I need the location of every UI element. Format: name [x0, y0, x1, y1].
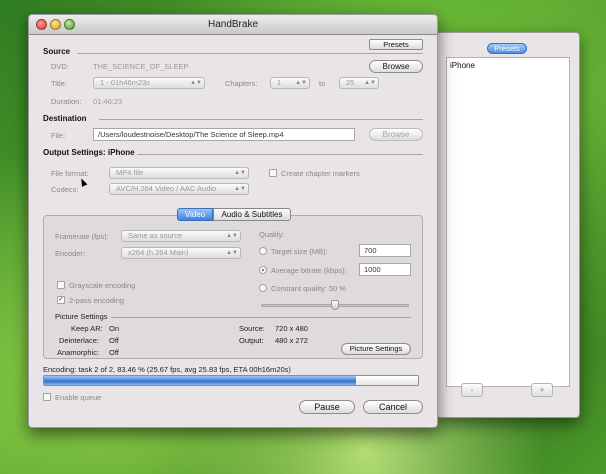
window-title: HandBrake	[207, 19, 259, 30]
picture-settings-header: Picture Settings	[55, 312, 108, 321]
chapter-markers-label: Create chapter markers	[281, 169, 360, 178]
presets-drawer: Presets iPhone - +	[436, 32, 580, 418]
constant-quality-radio[interactable]	[259, 284, 267, 292]
output-settings-header: Output Settings: iPhone	[43, 148, 135, 157]
title-label: Title:	[51, 79, 67, 88]
cancel-button[interactable]: Cancel	[363, 400, 423, 414]
source-browse-button[interactable]: Browse	[369, 60, 423, 73]
close-window-icon[interactable]	[36, 19, 47, 30]
title-select[interactable]: 1 - 01h46m23s ▲▼	[93, 77, 205, 89]
framerate-select[interactable]: Same as source ▲▼	[121, 230, 241, 242]
encoder-label: Encoder:	[55, 249, 86, 258]
grayscale-label: Grayscale encoding	[69, 281, 136, 290]
updown-arrows-icon: ▲▼	[234, 170, 246, 176]
grayscale-checkbox[interactable]	[57, 281, 65, 289]
presets-list[interactable]: iPhone	[446, 57, 570, 387]
chapter-end-value: 25	[346, 78, 355, 87]
updown-arrows-icon: ▲▼	[190, 80, 202, 86]
remove-preset-button[interactable]: -	[461, 383, 483, 397]
minimize-window-icon[interactable]	[50, 19, 61, 30]
preset-item-iphone[interactable]: iPhone	[450, 61, 475, 70]
target-size-label: Target size (MB):	[271, 247, 328, 256]
anamorphic-label: Anamorphic:	[57, 348, 100, 357]
encoder-value: x264 (h.264 Main)	[128, 248, 189, 257]
chapter-start-select[interactable]: 1 ▲▼	[270, 77, 310, 89]
destination-divider	[99, 119, 423, 120]
handbrake-window: HandBrake Presets Source DVD: THE_SCIENC…	[28, 14, 438, 428]
deinterlace-label: Deinterlace:	[59, 336, 100, 345]
quality-label: Quality:	[259, 230, 285, 239]
tab-audio-subtitles[interactable]: Audio & Subtitles	[213, 208, 291, 221]
picture-settings-button[interactable]: Picture Settings	[341, 343, 411, 355]
dvd-value: THE_SCIENCE_OF_SLEEP	[93, 62, 189, 71]
codecs-select[interactable]: AVC/H.264 Video / AAC Audio ▲▼	[109, 183, 249, 195]
chapter-markers-checkbox[interactable]	[269, 169, 277, 177]
drawer-presets-button[interactable]: Presets	[487, 43, 527, 54]
keep-ar-value: On	[109, 324, 120, 333]
framerate-value: Same as source	[128, 231, 183, 240]
keep-ar-label: Keep AR:	[71, 324, 103, 333]
encoding-progress-fill	[44, 376, 357, 385]
pause-button[interactable]: Pause	[299, 400, 355, 414]
deinterlace-value: Off	[109, 336, 119, 345]
source-size-value: 720 x 480	[275, 324, 308, 333]
framerate-label: Framerate (fps):	[55, 232, 109, 241]
codecs-label: Codecs:	[51, 185, 79, 194]
title-select-value: 1 - 01h46m23s	[100, 78, 151, 87]
dvd-label: DVD:	[51, 62, 69, 71]
chapter-start-value: 1	[277, 78, 282, 87]
output-size-label: Output:	[239, 336, 264, 345]
codecs-value: AVC/H.264 Video / AAC Audio	[116, 184, 217, 193]
updown-arrows-icon: ▲▼	[226, 233, 238, 239]
destination-browse-button[interactable]: Browse	[369, 128, 423, 141]
updown-arrows-icon: ▲▼	[295, 80, 307, 86]
picture-divider	[111, 317, 411, 318]
source-size-label: Source:	[239, 324, 265, 333]
encoder-select[interactable]: x264 (h.264 Main) ▲▼	[121, 247, 241, 259]
chapters-label: Chapters:	[225, 79, 258, 88]
title-bar: HandBrake	[29, 15, 437, 35]
duration-value: 01:46:23	[93, 97, 123, 106]
chapter-end-select[interactable]: 25 ▲▼	[339, 77, 379, 89]
destination-header: Destination	[43, 114, 87, 123]
average-bitrate-radio[interactable]	[259, 266, 267, 274]
target-size-radio[interactable]	[259, 247, 267, 255]
target-size-input[interactable]: 700	[359, 244, 411, 257]
file-label: File:	[51, 131, 66, 140]
output-divider	[137, 154, 423, 155]
source-divider	[77, 53, 423, 54]
duration-label: Duration:	[51, 97, 82, 106]
two-pass-label: 2-pass encoding	[69, 296, 125, 305]
destination-file-input[interactable]: /Users/loudestnoise/Desktop/The Science …	[93, 128, 355, 141]
updown-arrows-icon: ▲▼	[226, 250, 238, 256]
two-pass-checkbox[interactable]: ✓	[57, 296, 65, 304]
updown-arrows-icon: ▲▼	[364, 80, 376, 86]
updown-arrows-icon: ▲▼	[234, 186, 246, 192]
encoding-progress-bar	[43, 375, 419, 386]
anamorphic-value: Off	[109, 348, 119, 357]
file-format-select[interactable]: MP4 file ▲▼	[109, 167, 249, 179]
to-label: to	[319, 79, 326, 88]
source-header: Source	[43, 47, 71, 56]
output-size-value: 480 x 272	[275, 336, 308, 345]
tab-video[interactable]: Video	[177, 208, 213, 221]
toolbar-presets-button[interactable]: Presets	[369, 39, 423, 50]
constant-quality-label: Constant quality: 50 %	[271, 284, 347, 293]
enable-queue-checkbox[interactable]	[43, 393, 51, 401]
file-format-value: MP4 file	[116, 168, 144, 177]
average-bitrate-label: Average bitrate (kbps):	[271, 266, 347, 275]
quality-slider-knob[interactable]	[331, 300, 339, 310]
enable-queue-label: Enable queue	[55, 393, 102, 402]
zoom-window-icon[interactable]	[64, 19, 75, 30]
encoding-status: Encoding: task 2 of 2, 83.46 % (25.67 fp…	[43, 365, 291, 374]
average-bitrate-input[interactable]: 1000	[359, 263, 411, 276]
add-preset-button[interactable]: +	[531, 383, 553, 397]
